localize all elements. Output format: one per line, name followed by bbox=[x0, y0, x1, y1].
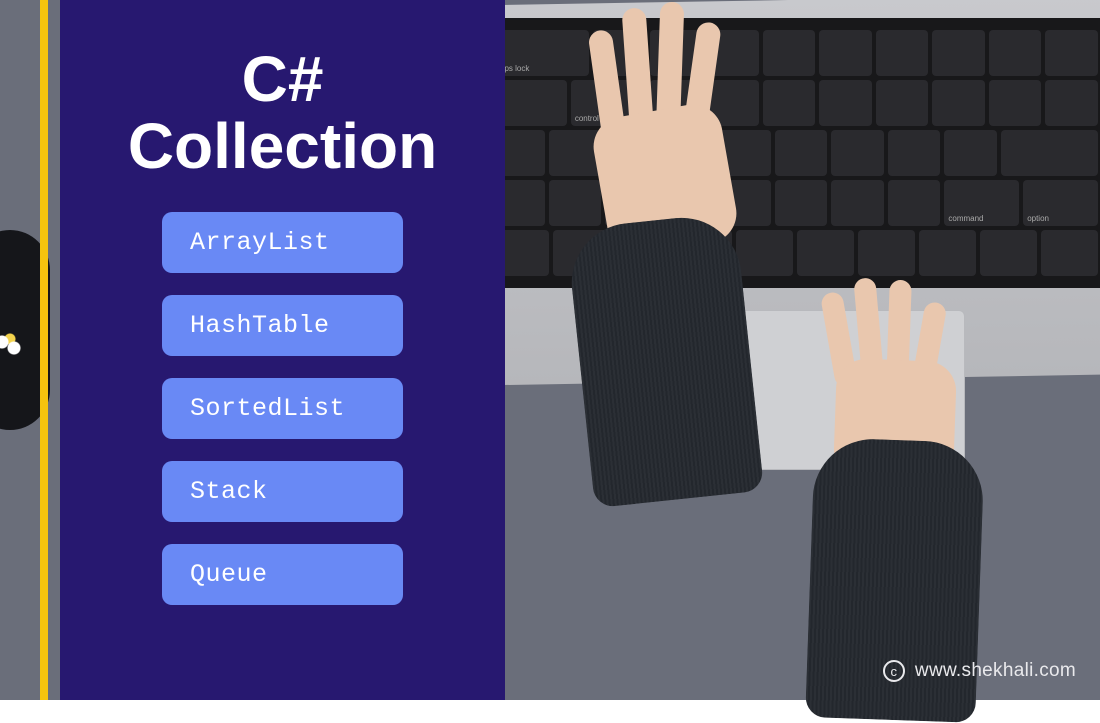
title-line-2: Collection bbox=[128, 110, 437, 182]
accent-stripe bbox=[40, 0, 48, 700]
collection-item-hashtable: HashTable bbox=[162, 295, 403, 356]
collection-item-stack: Stack bbox=[162, 461, 403, 522]
attribution: c www.shekhali.com bbox=[883, 660, 1076, 682]
laptop-trackpad bbox=[695, 310, 965, 470]
copyright-icon: c bbox=[883, 660, 905, 682]
content-panel: C# Collection ArrayList HashTable Sorted… bbox=[60, 0, 505, 700]
title-line-1: C# bbox=[242, 43, 324, 115]
laptop-keyboard: caps lock fncontrol commandoption bbox=[480, 18, 1100, 288]
collection-item-sortedlist: SortedList bbox=[162, 378, 403, 439]
attribution-text: www.shekhali.com bbox=[915, 660, 1076, 682]
collection-item-arraylist: ArrayList bbox=[162, 212, 403, 273]
collection-item-queue: Queue bbox=[162, 544, 403, 605]
page-title: C# Collection bbox=[96, 46, 469, 180]
collection-list: ArrayList HashTable SortedList Stack Que… bbox=[96, 212, 469, 605]
canvas-background: caps lock fncontrol commandoption bbox=[0, 0, 1100, 700]
desk-flower bbox=[0, 330, 30, 360]
